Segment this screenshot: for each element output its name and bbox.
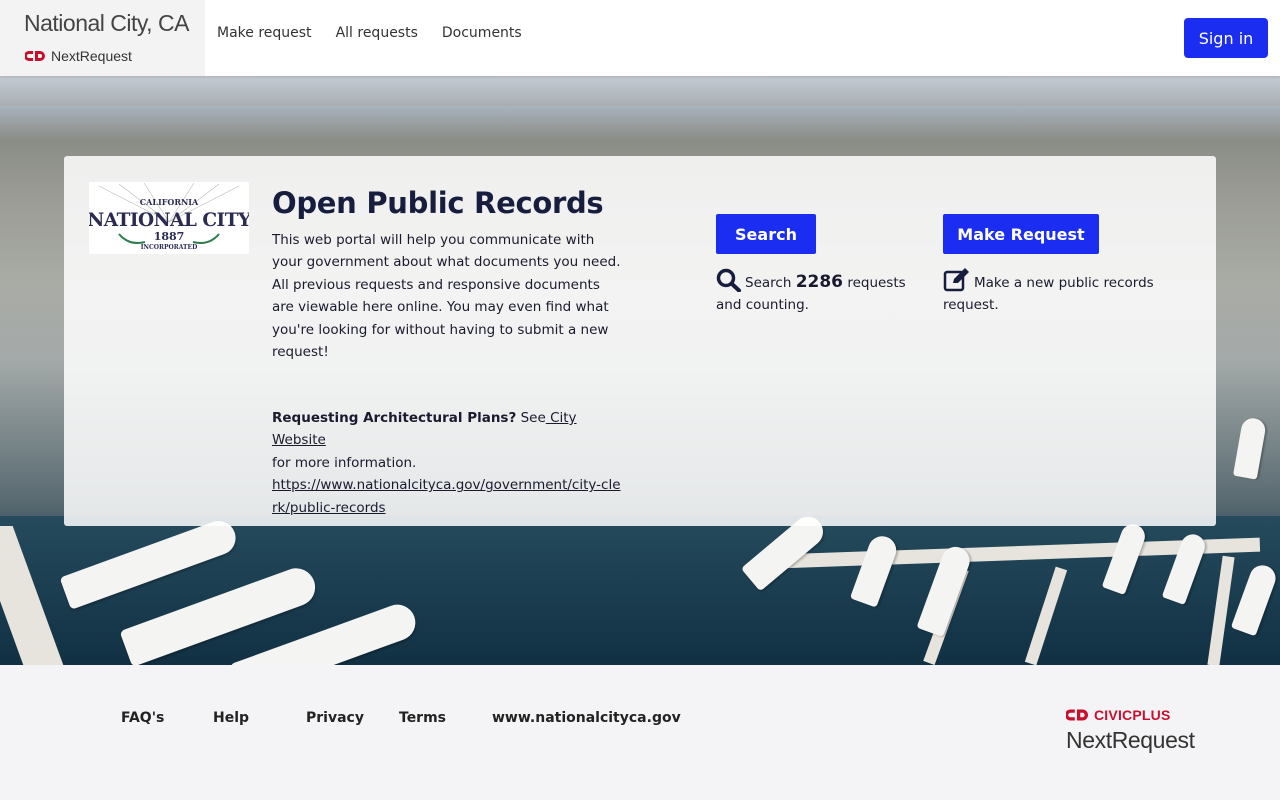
arch-question: Requesting Architectural Plans? xyxy=(272,410,517,426)
seal-text-top: CALIFORNIA xyxy=(140,197,199,207)
nav-all-requests[interactable]: All requests xyxy=(336,25,418,41)
civicplus-logo-icon xyxy=(25,51,45,61)
footer-help-link[interactable]: Help xyxy=(213,710,249,726)
page-title: Open Public Records xyxy=(272,186,604,220)
brand-subtitle-text: NextRequest xyxy=(51,48,132,64)
nav-make-request[interactable]: Make request xyxy=(217,25,312,41)
hero-boat xyxy=(1232,416,1268,480)
intro-text: This web portal will help you communicat… xyxy=(272,232,621,361)
hero-sky xyxy=(0,76,1280,106)
brand-title[interactable]: National City, CA xyxy=(24,10,189,37)
footer-privacy-link[interactable]: Privacy xyxy=(306,710,364,726)
city-seal-graphic: CALIFORNIA NATIONAL CITY 1887 INCORPORAT… xyxy=(87,182,252,251)
city-seal: CALIFORNIA NATIONAL CITY 1887 INCORPORAT… xyxy=(87,182,252,254)
search-button[interactable]: Search xyxy=(716,214,816,254)
brand-subtitle: NextRequest xyxy=(25,48,132,64)
seal-text-name: NATIONAL CITY xyxy=(89,210,249,231)
seal-text-bottom: INCORPORATED xyxy=(141,244,198,251)
arch-more: for more information. xyxy=(272,454,417,471)
footer-faqs-link[interactable]: FAQ's xyxy=(121,710,164,726)
nextrequest-wordmark: NextRequest xyxy=(1066,727,1195,753)
edit-icon xyxy=(943,268,969,292)
arch-see: See xyxy=(516,410,546,426)
civicplus-row: CIVICPLUS xyxy=(1066,707,1195,723)
footer-city-website-link[interactable]: www.nationalcityca.gov xyxy=(492,710,681,726)
civicplus-brand[interactable]: CIVICPLUS NextRequest xyxy=(1066,707,1195,754)
site-header: National City, CA NextRequest Make reque… xyxy=(0,0,1280,76)
request-count: 2286 xyxy=(795,272,844,292)
civicplus-logo-icon xyxy=(1066,709,1088,721)
request-blurb: Make a new public records request. xyxy=(943,268,1173,316)
request-blurb-text: Make a new public records request. xyxy=(943,275,1154,313)
architectural-plans-note: Requesting Architectural Plans? See City… xyxy=(272,407,622,519)
search-prefix: Search xyxy=(745,275,792,291)
main-nav: Make request All requests Documents xyxy=(217,25,522,41)
intro-card: CALIFORNIA NATIONAL CITY 1887 INCORPORAT… xyxy=(64,156,1216,526)
nav-documents[interactable]: Documents xyxy=(442,25,522,41)
public-records-url-link[interactable]: https://www.nationalcityca.gov/governmen… xyxy=(272,477,621,515)
footer-terms-link[interactable]: Terms xyxy=(399,710,446,726)
search-blurb: Search 2286 requests and counting. xyxy=(716,268,916,316)
civicplus-name: CIVICPLUS xyxy=(1094,707,1171,723)
make-request-button[interactable]: Make Request xyxy=(943,214,1099,254)
seal-text-year: 1887 xyxy=(154,230,185,243)
sign-in-button[interactable]: Sign in xyxy=(1184,18,1268,58)
brand[interactable]: National City, CA NextRequest xyxy=(0,0,205,76)
search-icon xyxy=(716,268,741,292)
site-footer: FAQ's Help Privacy Terms www.nationalcit… xyxy=(0,665,1280,800)
